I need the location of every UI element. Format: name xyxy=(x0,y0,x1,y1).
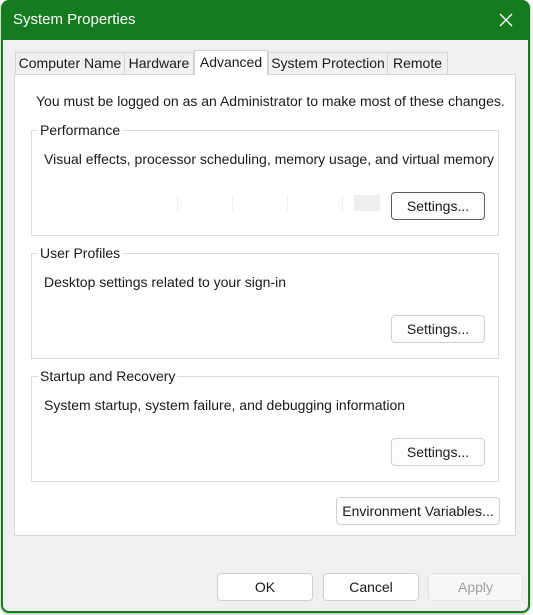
performance-settings-button[interactable]: Settings... xyxy=(391,192,485,220)
dialog-client-area: Computer Name Hardware Advanced System P… xyxy=(3,40,528,611)
tab-computer-name-label: Computer Name xyxy=(18,55,122,71)
user-profiles-label: User Profiles xyxy=(38,245,123,261)
tab-system-protection-label: System Protection xyxy=(271,55,385,71)
admin-notice: You must be logged on as an Administrato… xyxy=(36,93,505,109)
divider xyxy=(354,195,380,211)
tab-system-protection[interactable]: System Protection xyxy=(268,52,388,74)
divider xyxy=(177,195,178,211)
performance-group: Performance Visual effects, processor sc… xyxy=(31,122,499,236)
tab-remote[interactable]: Remote xyxy=(387,52,448,74)
title-bar[interactable]: System Properties xyxy=(1,0,530,40)
divider xyxy=(287,195,288,211)
user-profiles-settings-button[interactable]: Settings... xyxy=(391,315,485,343)
divider xyxy=(342,195,343,211)
ok-button[interactable]: OK xyxy=(217,573,313,601)
tab-hardware-label: Hardware xyxy=(128,55,190,71)
startup-recovery-description: System startup, system failure, and debu… xyxy=(44,397,406,413)
user-profiles-group: User Profiles Desktop settings related t… xyxy=(31,245,499,359)
tab-computer-name[interactable]: Computer Name xyxy=(15,52,125,74)
divider xyxy=(232,195,233,211)
tab-advanced[interactable]: Advanced xyxy=(194,50,268,75)
startup-recovery-group: Startup and Recovery System startup, sys… xyxy=(31,368,499,482)
system-properties-window: System Properties Computer Name Hardware… xyxy=(1,0,530,613)
window-title: System Properties xyxy=(13,11,136,28)
apply-button[interactable]: Apply xyxy=(428,573,523,601)
tab-advanced-label: Advanced xyxy=(199,54,263,70)
close-button[interactable] xyxy=(488,4,524,36)
environment-variables-button[interactable]: Environment Variables... xyxy=(336,497,500,525)
performance-label: Performance xyxy=(38,122,123,138)
tab-hardware[interactable]: Hardware xyxy=(124,52,194,74)
advanced-tab-panel: You must be logged on as an Administrato… xyxy=(14,74,516,536)
close-icon xyxy=(499,13,513,27)
startup-recovery-label: Startup and Recovery xyxy=(38,368,178,384)
startup-recovery-settings-button[interactable]: Settings... xyxy=(391,438,485,466)
cancel-button[interactable]: Cancel xyxy=(323,573,419,601)
performance-description: Visual effects, processor scheduling, me… xyxy=(44,151,495,167)
user-profiles-description: Desktop settings related to your sign-in xyxy=(44,274,287,290)
tab-remote-label: Remote xyxy=(392,55,443,71)
